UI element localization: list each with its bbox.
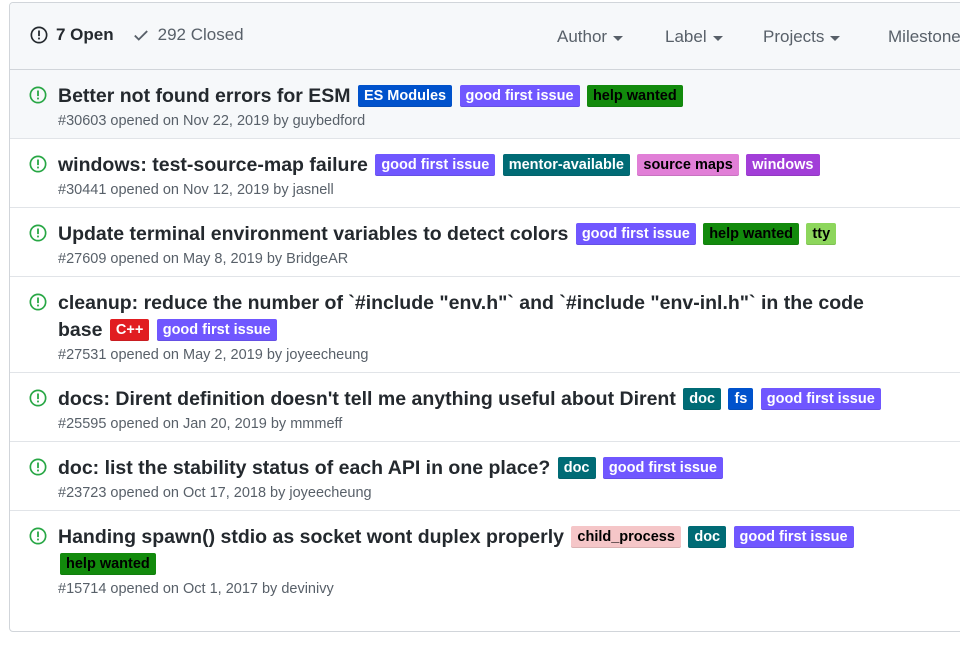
issue-label[interactable]: tty [806, 223, 837, 245]
issue-label[interactable]: doc [688, 526, 727, 548]
label-filter[interactable]: Label [665, 27, 723, 47]
issue-label[interactable]: good first issue [156, 319, 277, 341]
issue-opened-icon [29, 527, 47, 545]
label-filter-label: Label [665, 27, 707, 46]
issue-label[interactable]: fs [728, 388, 754, 410]
issue-title-line: doc: list the stability status of each A… [58, 455, 898, 482]
issues-list-box: 7 Open 292 Closed Author Label Projects [9, 2, 960, 632]
closed-count: 292 Closed [157, 25, 244, 44]
issue-row[interactable]: Better not found errors for ESM ES Modul… [10, 70, 960, 139]
issue-label[interactable]: good first issue [760, 388, 881, 410]
check-icon [132, 26, 150, 44]
issue-row[interactable]: doc: list the stability status of each A… [10, 442, 960, 511]
issue-row[interactable]: windows: test-source-map failure good fi… [10, 139, 960, 208]
issue-label[interactable]: good first issue [733, 526, 854, 548]
issue-row[interactable]: Handing spawn() stdio as socket wont dup… [10, 511, 960, 606]
author-filter[interactable]: Author [557, 27, 624, 47]
caret-down-icon [712, 35, 723, 41]
issue-title-link[interactable]: windows: test-source-map failure [58, 154, 368, 176]
issue-state-toggle: 7 Open 292 Closed [30, 25, 262, 45]
issue-row[interactable]: cleanup: reduce the number of `#include … [10, 277, 960, 373]
projects-filter-label: Projects [763, 27, 825, 46]
issue-title-line: docs: Dirent definition doesn't tell me … [58, 386, 898, 413]
issue-title-link[interactable]: docs: Dirent definition doesn't tell me … [58, 388, 676, 410]
issue-meta: #23723 opened on Oct 17, 2018 by joyeech… [58, 485, 372, 501]
issue-label[interactable]: ES Modules [357, 85, 453, 107]
milestones-filter-label: Milestones [888, 27, 960, 46]
issue-meta: #30603 opened on Nov 22, 2019 by guybedf… [58, 113, 366, 129]
issue-title-link[interactable]: Update terminal environment variables to… [58, 223, 568, 245]
issue-list: Better not found errors for ESM ES Modul… [10, 70, 960, 606]
issue-title-line: Better not found errors for ESM ES Modul… [58, 83, 898, 110]
issue-label[interactable]: good first issue [459, 85, 580, 107]
open-count: 7 Open [56, 25, 114, 44]
issue-opened-icon [29, 458, 47, 476]
issue-row[interactable]: docs: Dirent definition doesn't tell me … [10, 373, 960, 442]
issue-label[interactable]: good first issue [602, 457, 723, 479]
issue-meta: #15714 opened on Oct 1, 2017 by devinivy [58, 581, 334, 597]
issue-meta: #25595 opened on Jan 20, 2019 by mmmeff [58, 416, 343, 432]
issue-title-line: Handing spawn() stdio as socket wont dup… [58, 524, 898, 578]
issue-label[interactable]: good first issue [575, 223, 696, 245]
issue-title-line: Update terminal environment variables to… [58, 221, 898, 248]
issue-title-line: windows: test-source-map failure good fi… [58, 152, 898, 179]
issue-row[interactable]: Update terminal environment variables to… [10, 208, 960, 277]
issue-label[interactable]: good first issue [375, 154, 496, 176]
issue-label[interactable]: help wanted [586, 85, 683, 107]
issue-opened-icon [29, 86, 47, 104]
issue-label[interactable]: help wanted [703, 223, 799, 245]
caret-down-icon [830, 35, 841, 41]
issue-meta: #30441 opened on Nov 12, 2019 by jasnell [58, 182, 334, 198]
issue-label[interactable]: mentor-available [502, 154, 630, 176]
issue-meta: #27531 opened on May 2, 2019 by joyeeche… [58, 347, 369, 363]
issue-title-link[interactable]: doc: list the stability status of each A… [58, 457, 550, 479]
issue-label[interactable]: doc [557, 457, 596, 479]
issue-title-link[interactable]: Handing spawn() stdio as socket wont dup… [58, 526, 564, 548]
author-filter-label: Author [557, 27, 608, 46]
issue-opened-icon [29, 293, 47, 311]
issue-title-link[interactable]: Better not found errors for ESM [58, 85, 351, 107]
issue-label[interactable]: doc [683, 388, 722, 410]
projects-filter[interactable]: Projects [763, 27, 841, 47]
caret-down-icon [613, 35, 624, 41]
issue-meta: #27609 opened on May 8, 2019 by BridgeAR [58, 251, 349, 267]
issue-label[interactable]: help wanted [60, 553, 156, 575]
issue-title-line: cleanup: reduce the number of `#include … [58, 290, 898, 344]
issue-label[interactable]: windows [746, 154, 820, 176]
milestones-filter[interactable]: Milestones [888, 27, 960, 47]
issue-opened-icon [29, 155, 47, 173]
closed-issues-link[interactable]: 292 Closed [132, 25, 244, 45]
issues-list-header: 7 Open 292 Closed Author Label Projects [10, 3, 960, 70]
issue-opened-icon [29, 389, 47, 407]
issue-label[interactable]: child_process [571, 526, 681, 548]
open-issues-link[interactable]: 7 Open [30, 25, 114, 45]
issue-label[interactable]: source maps [637, 154, 739, 176]
issue-opened-icon [30, 26, 48, 44]
issue-opened-icon [29, 224, 47, 242]
issue-label[interactable]: C++ [109, 319, 150, 341]
